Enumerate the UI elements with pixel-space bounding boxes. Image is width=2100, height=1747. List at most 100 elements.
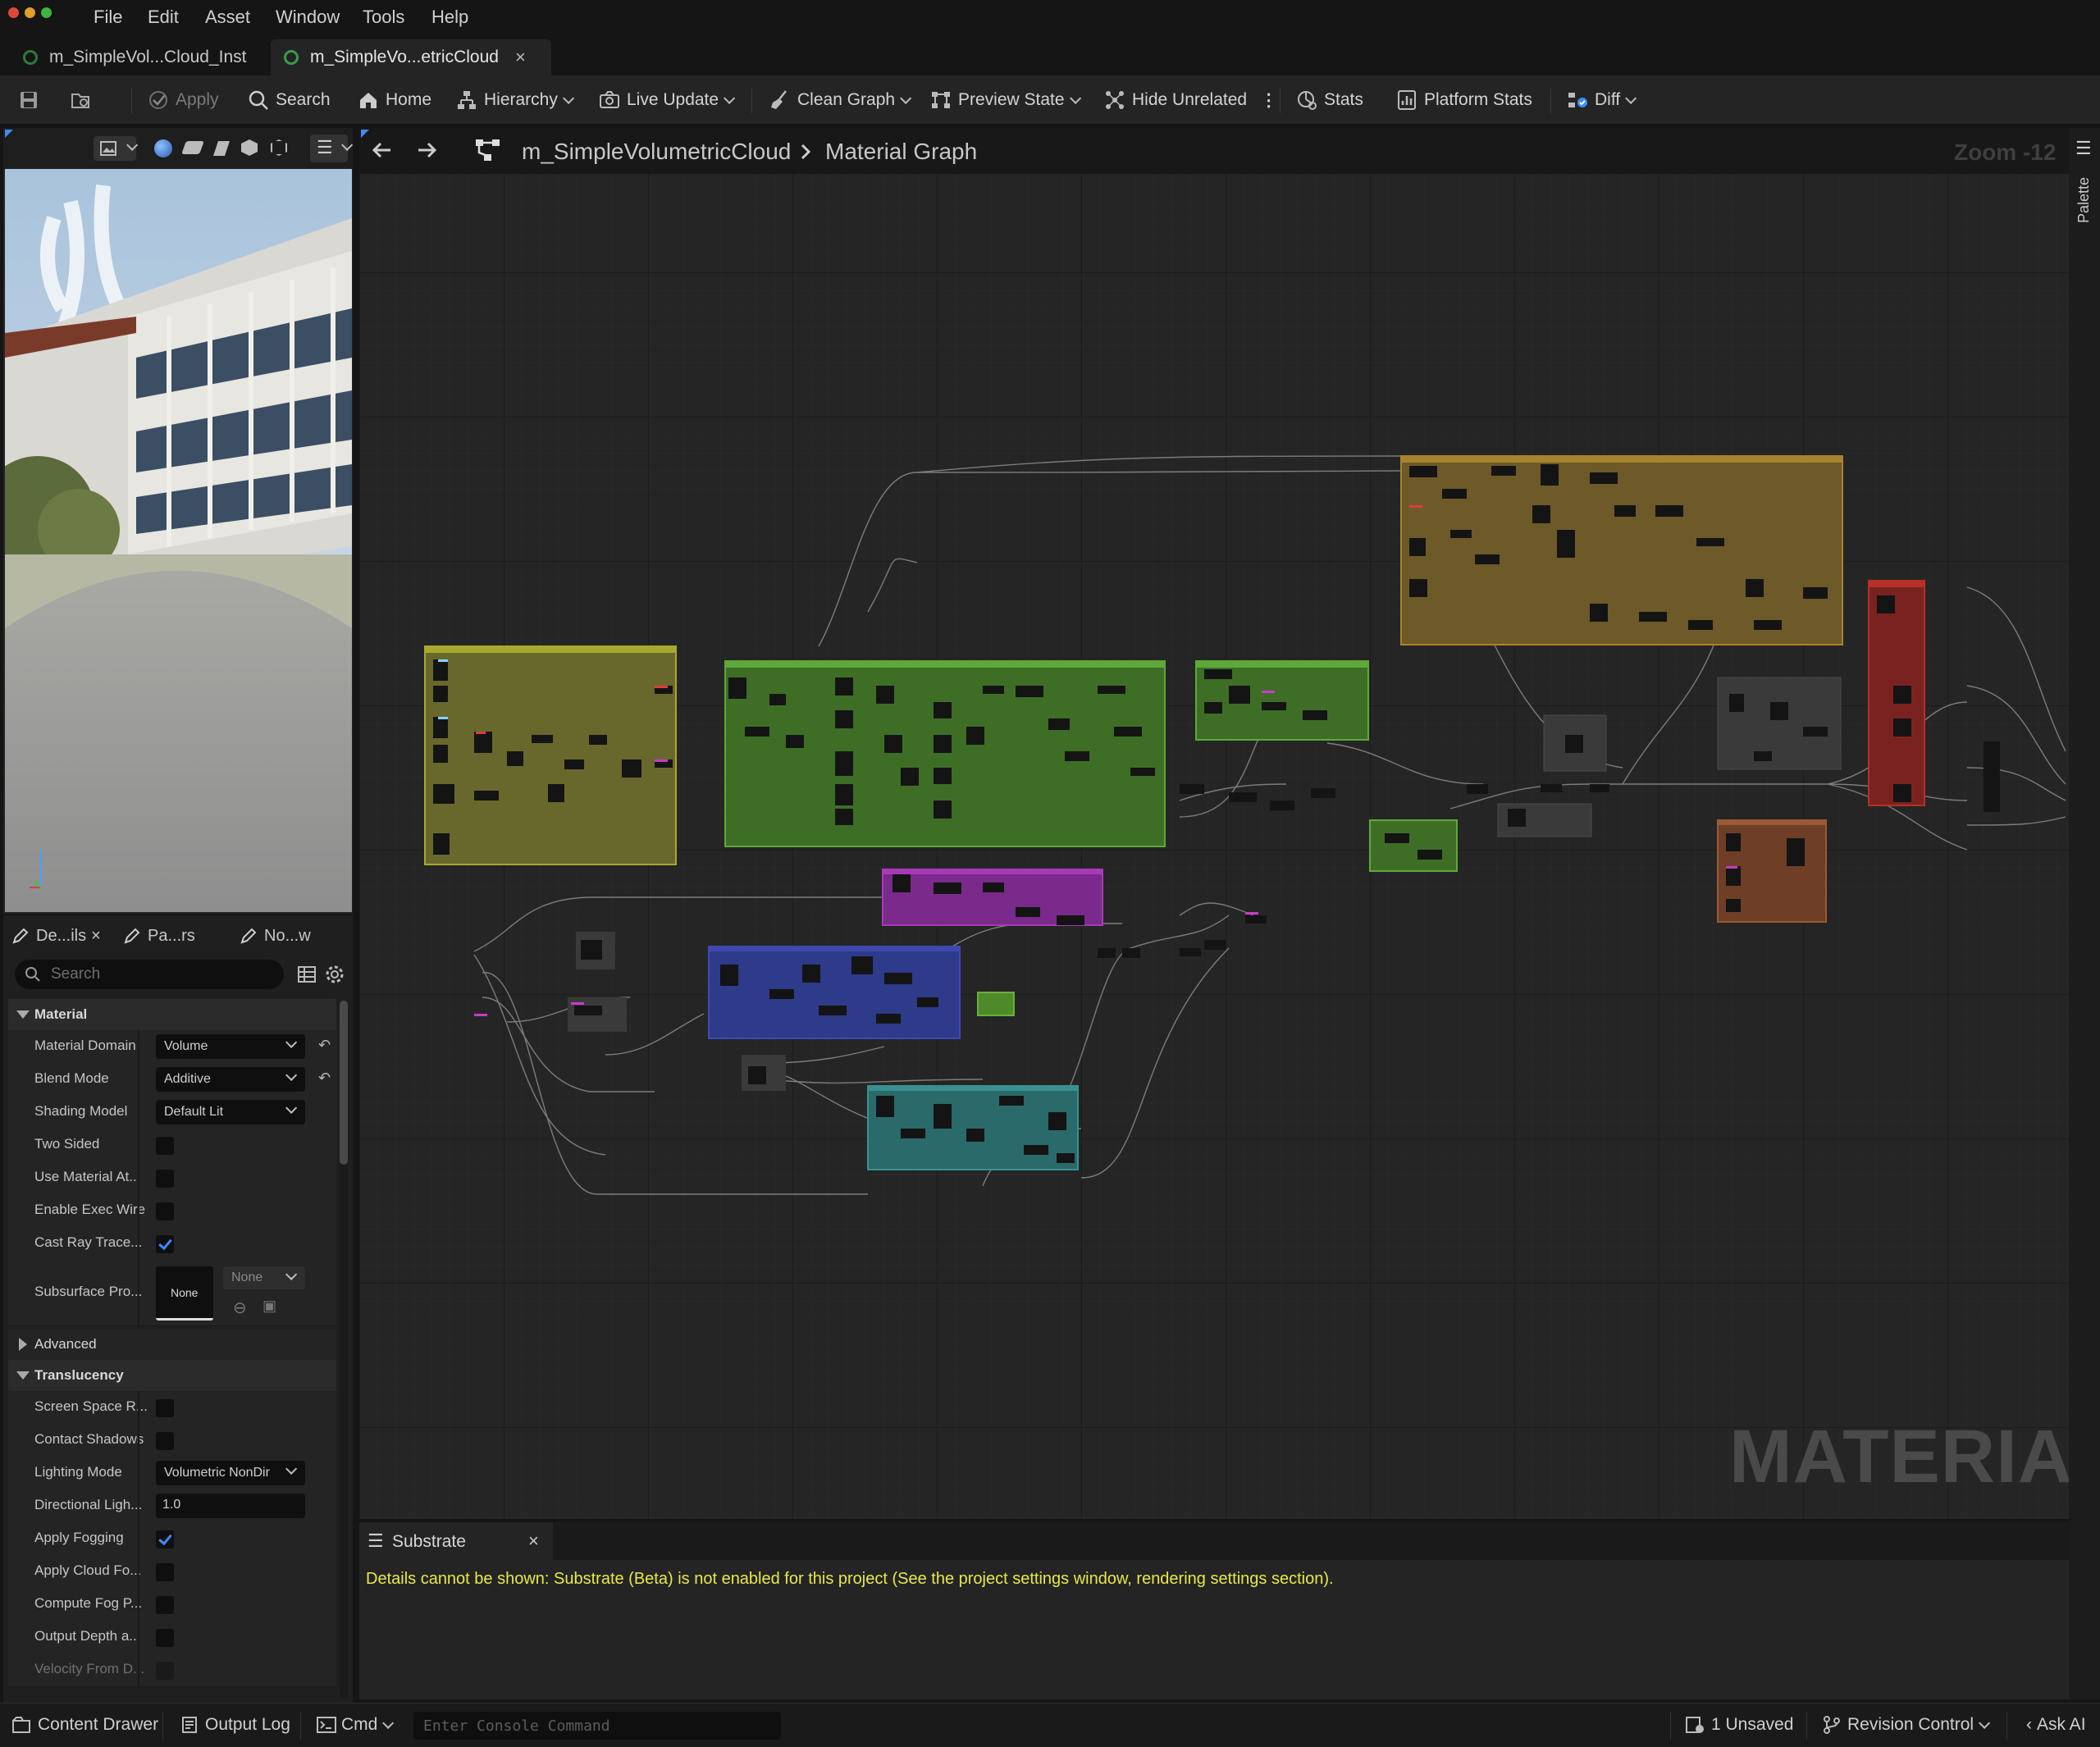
platform-stats-button[interactable]: Platform Stats bbox=[1396, 87, 1532, 113]
tab-parameters[interactable]: Pa...rs bbox=[123, 922, 195, 950]
tab-substrate[interactable]: ☰ Substrate × bbox=[359, 1522, 553, 1560]
clean-graph-button[interactable]: Clean Graph bbox=[769, 87, 912, 113]
back-button[interactable] bbox=[366, 135, 397, 166]
compute-fog-per-pixel-checkbox[interactable] bbox=[156, 1596, 174, 1614]
tab-node-preview[interactable]: No...w bbox=[240, 922, 311, 950]
prop-label: Two Sided bbox=[34, 1136, 100, 1152]
minimize-window-icon[interactable] bbox=[25, 7, 35, 18]
gear-icon[interactable] bbox=[325, 965, 345, 984]
graph-hierarchy-icon[interactable] bbox=[474, 138, 502, 164]
contact-shadows-checkbox[interactable] bbox=[156, 1432, 174, 1450]
prop-enable-exec-wire: Enable Exec Wire bbox=[8, 1194, 336, 1228]
more-options-icon[interactable]: ⋮ bbox=[1260, 90, 1277, 111]
hierarchy-icon bbox=[458, 91, 476, 109]
tab-material[interactable]: m_SimpleVo...etricCloud × bbox=[271, 39, 551, 75]
hierarchy-button[interactable]: Hierarchy bbox=[456, 87, 575, 113]
console-command-input[interactable]: Enter Console Command bbox=[413, 1712, 781, 1740]
preview-cylinder-icon[interactable] bbox=[181, 141, 204, 154]
menu-help[interactable]: Help bbox=[431, 7, 468, 28]
prop-velocity-from-depth: Velocity From D... bbox=[8, 1653, 336, 1687]
search-button[interactable]: Search bbox=[248, 87, 331, 113]
two-sided-checkbox[interactable] bbox=[156, 1137, 174, 1155]
breadcrumb-page: Material Graph bbox=[825, 139, 978, 164]
palette-side-tab[interactable]: ☰ Palette bbox=[2069, 128, 2100, 1699]
preview-sphere-icon[interactable] bbox=[154, 139, 172, 157]
table-view-icon[interactable] bbox=[297, 965, 317, 984]
section-title: Advanced bbox=[34, 1336, 97, 1352]
apply-button[interactable]: Apply bbox=[148, 87, 219, 113]
section-translucency[interactable]: Translucency bbox=[8, 1360, 336, 1391]
home-button[interactable]: Home bbox=[358, 87, 431, 113]
velocity-from-depth-checkbox[interactable] bbox=[156, 1662, 174, 1680]
ask-ai-button[interactable]: ‹ Ask AI bbox=[2026, 1715, 2086, 1735]
clean-graph-label: Clean Graph bbox=[797, 90, 896, 109]
preview-state-button[interactable]: Preview State bbox=[930, 87, 1081, 113]
menu-file[interactable]: File bbox=[94, 7, 122, 28]
menu-asset[interactable]: Asset bbox=[205, 7, 250, 28]
preview-cube-icon[interactable] bbox=[241, 139, 258, 156]
directional-lighting-intensity-input[interactable]: 1.0 bbox=[156, 1494, 305, 1518]
enable-exec-wire-checkbox[interactable] bbox=[156, 1202, 174, 1220]
subsurface-asset-combo[interactable]: None bbox=[223, 1266, 305, 1289]
menu-tools[interactable]: Tools bbox=[363, 7, 404, 28]
diff-button[interactable]: Diff bbox=[1567, 87, 1637, 113]
cast-ray-traced-shadows-checkbox[interactable] bbox=[156, 1235, 174, 1253]
tab-material-instance[interactable]: m_SimpleVol...Cloud_Inst bbox=[10, 39, 259, 75]
material-graph-canvas[interactable]: MATERIAL bbox=[359, 128, 2069, 1519]
use-material-attributes-checkbox[interactable] bbox=[156, 1170, 174, 1188]
lighting-mode-combo[interactable]: Volumetric NonDir bbox=[156, 1461, 305, 1485]
reset-to-default-icon[interactable]: ↶ bbox=[318, 1070, 333, 1085]
revision-control-button[interactable]: Revision Control bbox=[1823, 1715, 1991, 1735]
hide-unrelated-button[interactable]: Hide Unrelated ⋮ bbox=[1104, 87, 1277, 113]
subsurface-thumbnail[interactable]: None bbox=[156, 1266, 213, 1321]
output-log-button[interactable]: Output Log bbox=[180, 1715, 290, 1735]
apply-cloud-fogging-checkbox[interactable] bbox=[156, 1563, 174, 1581]
combo-value: Volumetric NonDir bbox=[164, 1466, 270, 1480]
details-scrollbar-thumb[interactable] bbox=[340, 1001, 348, 1165]
reset-to-default-icon[interactable]: ↶ bbox=[318, 1038, 333, 1052]
close-window-icon[interactable] bbox=[8, 7, 19, 18]
preview-mesh-icon[interactable] bbox=[271, 139, 287, 156]
chevron-down-icon bbox=[285, 1462, 298, 1475]
prop-label: Velocity From D... bbox=[34, 1661, 145, 1676]
status-bar: Content Drawer Output Log Cmd Enter Cons… bbox=[0, 1703, 2100, 1747]
viewport-menu-button[interactable]: ☰ bbox=[310, 135, 354, 162]
stats-button[interactable]: Stats bbox=[1296, 87, 1363, 113]
menu-window[interactable]: Window bbox=[276, 7, 340, 28]
menu-bar: File Edit Asset Window Tools Help bbox=[0, 0, 2100, 36]
content-drawer-button[interactable]: Content Drawer bbox=[11, 1715, 158, 1735]
viewport-options-button[interactable] bbox=[94, 136, 139, 161]
output-depth-and-velocity-checkbox[interactable] bbox=[156, 1629, 174, 1647]
close-tab-icon[interactable]: × bbox=[91, 927, 101, 946]
close-tab-icon[interactable]: × bbox=[528, 1530, 539, 1552]
preview-scene[interactable] bbox=[5, 169, 352, 912]
details-search-input[interactable]: Search bbox=[15, 960, 284, 989]
viewport-toolbar: ☰ bbox=[3, 128, 354, 169]
menu-edit[interactable]: Edit bbox=[148, 7, 179, 28]
tab-details[interactable]: De...ils × bbox=[11, 922, 101, 950]
use-selected-asset-icon[interactable]: ⊖ bbox=[233, 1298, 247, 1318]
preview-plane-icon[interactable] bbox=[213, 141, 230, 156]
browse-asset-icon[interactable]: ▣ bbox=[262, 1298, 276, 1315]
live-update-button[interactable]: Live Update bbox=[599, 87, 736, 113]
forward-button[interactable] bbox=[412, 135, 443, 166]
breadcrumb-asset[interactable]: m_SimpleVolumetricCloud bbox=[522, 139, 791, 165]
combo-value: Additive bbox=[164, 1072, 211, 1086]
section-material[interactable]: Material bbox=[8, 999, 336, 1030]
close-tab-icon[interactable]: × bbox=[515, 47, 526, 68]
maximize-window-icon[interactable] bbox=[41, 7, 52, 18]
material-domain-combo[interactable]: Volume bbox=[156, 1034, 305, 1059]
cmd-selector[interactable]: Cmd bbox=[317, 1715, 395, 1735]
prop-output-depth-and-velocity: Output Depth a... bbox=[8, 1621, 336, 1654]
blend-mode-combo[interactable]: Additive bbox=[156, 1067, 305, 1092]
unsaved-button[interactable]: 1 Unsaved bbox=[1685, 1715, 1793, 1735]
section-advanced[interactable]: Advanced bbox=[8, 1329, 336, 1360]
branch-icon bbox=[1824, 1716, 1840, 1734]
shading-model-combo[interactable]: Default Lit bbox=[156, 1100, 305, 1124]
apply-fogging-checkbox[interactable] bbox=[156, 1530, 174, 1549]
prop-cast-ray-traced-shadows: Cast Ray Trace... bbox=[8, 1227, 336, 1261]
browse-asset-button[interactable] bbox=[71, 87, 98, 113]
palette-label: Palette bbox=[2075, 176, 2092, 223]
save-button[interactable] bbox=[18, 87, 46, 113]
screen-space-reflections-checkbox[interactable] bbox=[156, 1399, 174, 1417]
